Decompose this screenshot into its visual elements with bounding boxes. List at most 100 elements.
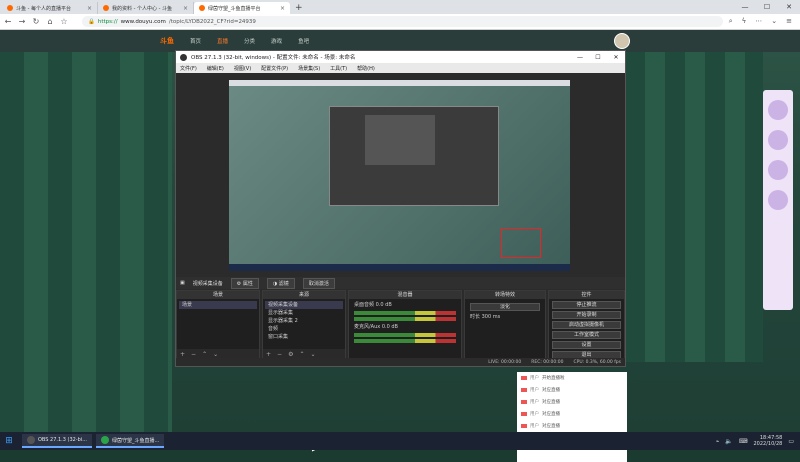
remove-icon[interactable]: − bbox=[277, 351, 282, 358]
close-icon[interactable]: × bbox=[280, 5, 285, 12]
obs-icon bbox=[27, 436, 35, 444]
avatar[interactable] bbox=[614, 33, 630, 49]
sidebar-badge[interactable] bbox=[768, 130, 788, 150]
properties-button[interactable]: ⚙ 属性 bbox=[230, 277, 259, 289]
remove-icon[interactable]: − bbox=[191, 351, 196, 358]
chevron-down-icon[interactable]: ⌄ bbox=[771, 17, 777, 26]
clock[interactable]: 18:47:58 2022/10/28 bbox=[754, 435, 783, 447]
new-tab-button[interactable]: + bbox=[290, 2, 308, 14]
menu-profile[interactable]: 配置文件(P) bbox=[261, 65, 288, 72]
nav-game[interactable]: 游戏 bbox=[271, 37, 282, 45]
volume-slider[interactable] bbox=[354, 339, 456, 343]
scene-item[interactable]: 场景 bbox=[179, 301, 257, 309]
nav-category[interactable]: 分类 bbox=[244, 37, 255, 45]
forward-icon[interactable]: → bbox=[18, 17, 26, 26]
more-icon[interactable]: ⋯ bbox=[755, 17, 762, 26]
site-logo[interactable]: 斗鱼 bbox=[160, 36, 174, 46]
badge-icon bbox=[521, 412, 527, 416]
duration-row: 时长 300 ms bbox=[470, 314, 501, 320]
filters-button[interactable]: ◑ 滤镜 bbox=[266, 277, 295, 289]
nav-home[interactable]: 首页 bbox=[190, 37, 201, 45]
add-icon[interactable]: + bbox=[180, 351, 185, 358]
duration-field[interactable]: 300 ms bbox=[482, 314, 501, 320]
sidebar-badge[interactable] bbox=[768, 100, 788, 120]
stop-streaming-button[interactable]: 停止推流 bbox=[552, 301, 621, 309]
obs-preview[interactable] bbox=[229, 80, 570, 271]
sidebar-badge[interactable] bbox=[768, 160, 788, 180]
chat-message: 用户 开始直播啦 bbox=[517, 372, 627, 384]
volume-icon[interactable]: 🔈 bbox=[725, 438, 732, 445]
stadium-background bbox=[0, 52, 172, 432]
move-up-icon[interactable]: ⌃ bbox=[299, 351, 304, 358]
taskbar-item-obs[interactable]: OBS 27.1.3 (32-bi... bbox=[22, 434, 92, 448]
volume-slider[interactable] bbox=[354, 317, 456, 321]
source-item[interactable]: 显示器采集 bbox=[265, 309, 343, 317]
maximize-icon[interactable]: ☐ bbox=[589, 54, 607, 61]
source-item[interactable]: 显示器采集 2 bbox=[265, 317, 343, 325]
source-selection-box[interactable] bbox=[501, 228, 541, 258]
menu-scene-collection[interactable]: 场景集(S) bbox=[298, 65, 320, 72]
transition-select[interactable]: 淡化 bbox=[470, 303, 540, 311]
tab-title: 斗鱼 - 每个人的直播平台 bbox=[16, 5, 71, 12]
source-item[interactable]: 窗口采集 bbox=[265, 333, 343, 341]
badge-icon bbox=[521, 400, 527, 404]
close-icon[interactable]: × bbox=[183, 5, 188, 12]
deactivate-button[interactable]: 取消激活 bbox=[302, 277, 335, 289]
back-icon[interactable]: ← bbox=[4, 17, 12, 26]
add-icon[interactable]: + bbox=[266, 351, 271, 358]
move-down-icon[interactable]: ⌄ bbox=[310, 351, 315, 358]
browser-tab-3[interactable]: 绿茵守望_斗鱼直播平台 × bbox=[194, 2, 290, 14]
sidebar-badge[interactable] bbox=[768, 190, 788, 210]
notification-icon[interactable]: ▭ bbox=[788, 438, 794, 445]
url-path: /topic/LYDB2022_CF?rid=24939 bbox=[168, 18, 256, 25]
tab-title: 绿茵守望_斗鱼直播平台 bbox=[208, 5, 261, 12]
menu-icon[interactable]: ≡ bbox=[786, 17, 792, 26]
nav-live[interactable]: 直播 bbox=[217, 37, 228, 45]
source-item[interactable]: 音频 bbox=[265, 325, 343, 333]
mixer-channel: 桌面音频 0.0 dB bbox=[354, 302, 392, 308]
obs-menubar: 文件(F) 编辑(E) 视图(V) 配置文件(P) 场景集(S) 工具(T) 帮… bbox=[176, 63, 625, 73]
site-header: 斗鱼 首页 直播 分类 游戏 鱼吧 bbox=[0, 30, 800, 52]
douyu-favicon-icon bbox=[103, 5, 109, 11]
menu-view[interactable]: 视图(V) bbox=[234, 65, 251, 72]
obs-window-controls: — ☐ ✕ bbox=[571, 54, 625, 61]
minimize-icon[interactable]: — bbox=[734, 0, 756, 14]
close-icon[interactable]: × bbox=[87, 5, 92, 12]
home-icon[interactable]: ⌂ bbox=[46, 17, 54, 26]
taskbar-item-browser[interactable]: 绿茵守望_斗鱼直播... bbox=[95, 434, 165, 448]
recursive-preview bbox=[329, 106, 499, 206]
network-icon[interactable]: ⌁ bbox=[716, 438, 720, 445]
maximize-icon[interactable]: ☐ bbox=[756, 0, 778, 14]
lightning-icon[interactable]: ϟ bbox=[742, 17, 747, 26]
menu-help[interactable]: 帮助(H) bbox=[357, 65, 375, 72]
bookmark-icon[interactable]: ☆ bbox=[60, 17, 68, 26]
menu-tools[interactable]: 工具(T) bbox=[330, 65, 347, 72]
menu-edit[interactable]: 编辑(E) bbox=[207, 65, 224, 72]
browser-tab-1[interactable]: 斗鱼 - 每个人的直播平台 × bbox=[2, 2, 98, 14]
close-icon[interactable]: ✕ bbox=[607, 54, 625, 61]
source-item[interactable]: 视频采集设备 bbox=[265, 301, 343, 309]
move-up-icon[interactable]: ⌃ bbox=[202, 351, 207, 358]
badge-icon bbox=[521, 388, 527, 392]
close-window-icon[interactable]: ✕ bbox=[778, 0, 800, 14]
settings-button[interactable]: 设置 bbox=[552, 341, 621, 349]
start-recording-button[interactable]: 开始录制 bbox=[552, 311, 621, 319]
sources-dock: 来源 视频采集设备 显示器采集 显示器采集 2 音频 窗口采集 + − ⚙ ⌃ ⌄ bbox=[262, 290, 346, 360]
virtual-camera-button[interactable]: 启动虚拟摄像机 bbox=[552, 321, 621, 329]
keyboard-icon[interactable]: ⌨ bbox=[739, 438, 748, 445]
obs-docks: 场景 场景 + − ⌃ ⌄ 来源 视频采集设备 显示器采集 显示器采集 2 音频 窗口… bbox=[176, 290, 625, 360]
browser-tab-2[interactable]: 我的资料 - 个人中心 - 斗鱼 × bbox=[98, 2, 194, 14]
nav-fishbar[interactable]: 鱼吧 bbox=[298, 37, 309, 45]
url-field[interactable]: 🔒 https://www.douyu.com/topic/LYDB2022_C… bbox=[82, 16, 723, 27]
studio-mode-button[interactable]: 工作室模式 bbox=[552, 331, 621, 339]
windows-start-icon[interactable]: ⊞ bbox=[0, 432, 18, 450]
search-icon[interactable]: ⌕ bbox=[729, 17, 733, 26]
obs-statusbar: LIVE: 00:00:00 REC: 00:00:00 CPU: 0.3%, … bbox=[176, 358, 625, 366]
gear-icon[interactable]: ⚙ bbox=[288, 351, 293, 358]
obs-icon bbox=[180, 53, 187, 61]
minimize-icon[interactable]: — bbox=[571, 54, 589, 61]
menu-file[interactable]: 文件(F) bbox=[180, 65, 197, 72]
selected-source-label: 视频采集设备 bbox=[192, 280, 223, 287]
reload-icon[interactable]: ↻ bbox=[32, 17, 40, 26]
move-down-icon[interactable]: ⌄ bbox=[213, 351, 218, 358]
